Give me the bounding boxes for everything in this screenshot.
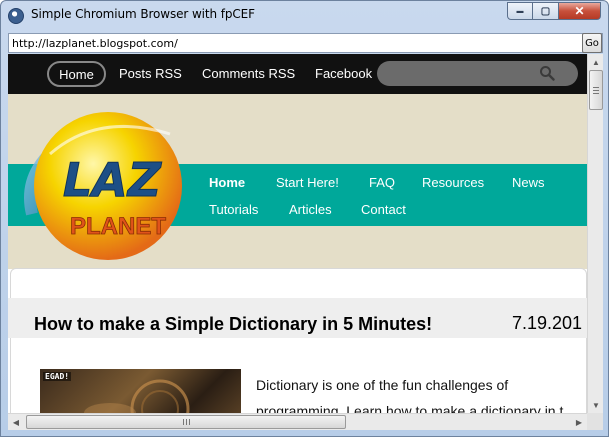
url-input[interactable] xyxy=(9,34,579,52)
nav-item-home[interactable]: Home xyxy=(209,175,245,190)
close-icon: ✕ xyxy=(574,4,585,18)
minimize-icon: ▬ xyxy=(516,7,524,15)
nav-item-tutorials[interactable]: Tutorials xyxy=(209,202,258,217)
post-excerpt-line2: programming. Learn how to make a diction… xyxy=(256,403,564,413)
scrollbar-corner xyxy=(587,413,603,430)
nav-item-news[interactable]: News xyxy=(512,175,545,190)
scroll-down-arrow-icon[interactable]: ▼ xyxy=(588,397,604,413)
comments-rss-link[interactable]: Comments RSS xyxy=(202,66,295,81)
search-icon[interactable] xyxy=(539,65,555,81)
blog-header: Home Start Here! FAQ Resources News Tuto… xyxy=(8,94,587,269)
go-button[interactable]: Go xyxy=(582,33,602,53)
nav-item-start-here[interactable]: Start Here! xyxy=(276,175,339,190)
vertical-scroll-thumb[interactable] xyxy=(589,70,603,110)
logo-text-laz: LAZ xyxy=(63,153,163,207)
minimize-button[interactable]: ▬ xyxy=(507,2,533,20)
blog-top-nav: Home Posts RSS Comments RSS Facebook xyxy=(8,54,587,94)
post-excerpt-line1: Dictionary is one of the fun challenges … xyxy=(256,377,509,393)
maximize-button[interactable]: ▢ xyxy=(533,2,559,20)
horizontal-scrollbar[interactable]: ◀ ▶ xyxy=(8,413,587,430)
facebook-link[interactable]: Facebook xyxy=(315,66,372,81)
post-title[interactable]: How to make a Simple Dictionary in 5 Min… xyxy=(34,314,432,335)
window-title: Simple Chromium Browser with fpCEF xyxy=(31,7,255,21)
title-bar[interactable]: Simple Chromium Browser with fpCEF ▬ ▢ ✕ xyxy=(1,1,608,31)
blog-search-box xyxy=(377,61,578,86)
blog-search-input[interactable] xyxy=(385,65,535,82)
scroll-up-arrow-icon[interactable]: ▲ xyxy=(588,54,604,70)
post-thumbnail[interactable]: EGAD! xyxy=(40,369,241,413)
nav-item-resources[interactable]: Resources xyxy=(422,175,484,190)
app-icon[interactable] xyxy=(8,8,24,24)
browser-window: Simple Chromium Browser with fpCEF ▬ ▢ ✕… xyxy=(0,0,609,437)
nav-item-contact[interactable]: Contact xyxy=(361,202,406,217)
post-date: 7.19.201 xyxy=(512,313,583,333)
thumbnail-image xyxy=(84,379,190,413)
posts-rss-link[interactable]: Posts RSS xyxy=(119,66,182,81)
window-controls: ▬ ▢ ✕ xyxy=(507,2,601,20)
maximize-icon: ▢ xyxy=(540,5,551,17)
topnav-home-link[interactable]: Home xyxy=(47,61,106,87)
nav-item-articles[interactable]: Articles xyxy=(289,202,332,217)
horizontal-scroll-thumb[interactable] xyxy=(26,415,346,429)
scroll-right-arrow-icon[interactable]: ▶ xyxy=(571,414,587,430)
address-bar: Go xyxy=(8,33,603,53)
lazplanet-logo[interactable]: LAZ PLANET xyxy=(20,104,200,264)
logo-text-planet: PLANET xyxy=(70,213,166,240)
browser-viewport[interactable]: Home Posts RSS Comments RSS Facebook Hom… xyxy=(8,54,587,413)
post-excerpt: Dictionary is one of the fun challenges … xyxy=(256,372,563,413)
close-button[interactable]: ✕ xyxy=(559,2,601,20)
nav-item-faq[interactable]: FAQ xyxy=(369,175,395,190)
scroll-left-arrow-icon[interactable]: ◀ xyxy=(8,414,24,430)
vertical-scrollbar[interactable]: ▲ ▼ xyxy=(587,54,603,413)
